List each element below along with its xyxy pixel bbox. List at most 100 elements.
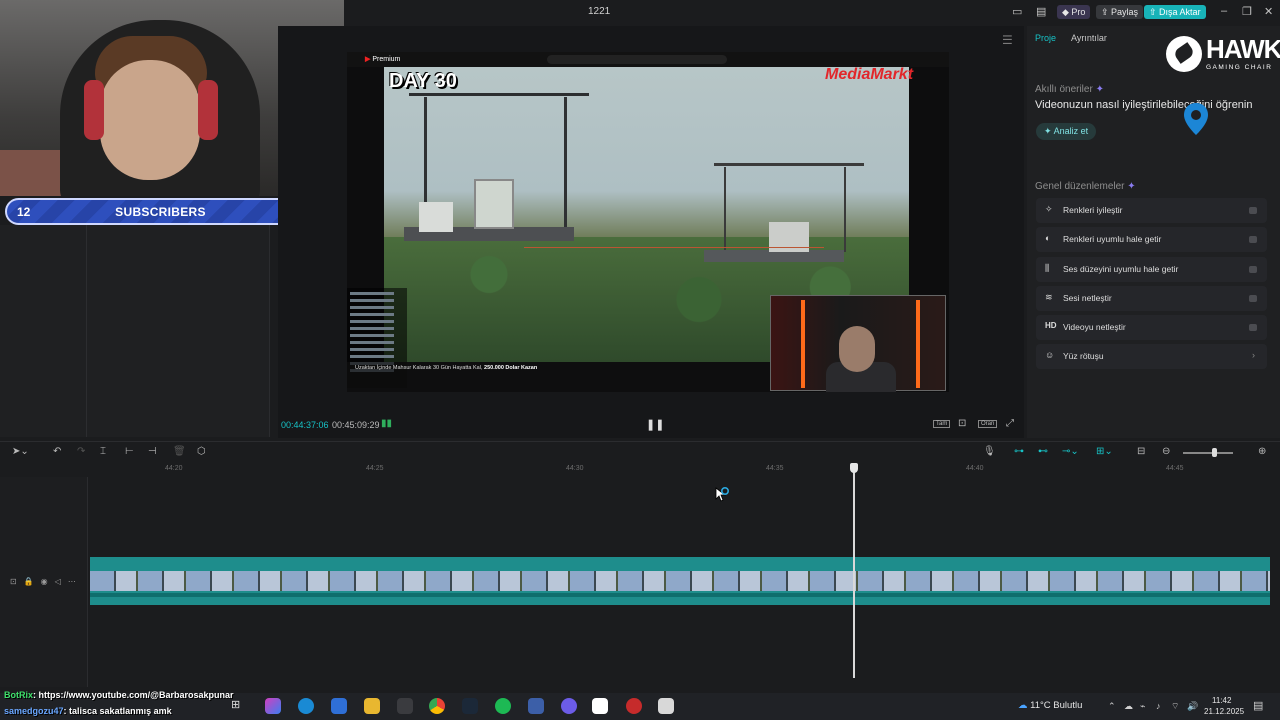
marker-icon[interactable]: ⬡	[197, 446, 206, 457]
clock-time[interactable]: 11:42	[1212, 696, 1231, 705]
notification-icon[interactable]: ▤	[1253, 699, 1263, 712]
ratio-button[interactable]: Oran	[978, 420, 998, 428]
tab-ayrintilar[interactable]: Ayrıntılar	[1071, 33, 1107, 43]
map-pin-icon	[1184, 103, 1208, 135]
onedrive-icon[interactable]: ☁	[1124, 701, 1133, 712]
delete-icon[interactable]: 🗑	[173, 446, 186, 457]
analyze-button[interactable]: ✦ Analiz et	[1036, 123, 1097, 140]
volume-icon[interactable]: 🔊	[1187, 701, 1198, 712]
close-icon[interactable]: ✕	[1264, 5, 1273, 18]
weather-widget[interactable]: ☁ 11°C Bulutlu	[1018, 700, 1082, 711]
redo-icon[interactable]: ↷	[77, 446, 85, 457]
zoom-slider-handle[interactable]	[1212, 448, 1217, 457]
option-toggle[interactable]	[1249, 295, 1257, 302]
pause-icon[interactable]: ❚❚	[646, 418, 664, 431]
caption-bold: 250.000 Dolar Kazan	[484, 365, 538, 371]
option-label: Videoyu netleştir	[1063, 322, 1126, 332]
steam-icon[interactable]	[462, 698, 478, 714]
restore-icon[interactable]: ❐	[1242, 5, 1252, 18]
ai-sparkle-icon: ✦	[1127, 181, 1136, 192]
export-button[interactable]: ⇧ Dışa Aktar	[1144, 5, 1206, 19]
spotify-icon[interactable]	[495, 698, 511, 714]
clock-date[interactable]: 21.12.2025	[1204, 707, 1244, 716]
trim-end-icon[interactable]: ⊣	[148, 446, 157, 457]
option-denoise-audio[interactable]: ≋ Sesi netleştir	[1036, 286, 1267, 311]
magnet-icon[interactable]: ⊞⌄	[1096, 446, 1113, 457]
obs-icon[interactable]	[626, 698, 642, 714]
track-controls: ⊡🔒◉◁⋯	[10, 577, 83, 586]
option-match-audio[interactable]: ⫼ Ses düzeyini uyumlu hale getir	[1036, 257, 1267, 282]
ruler-tick: 44:30	[566, 465, 584, 472]
outlook-icon[interactable]	[331, 698, 347, 714]
trim-start-icon[interactable]: ⊢	[125, 446, 134, 457]
microphone-icon[interactable]: 🎙	[983, 446, 996, 457]
snap-icon[interactable]: ⊶	[1014, 446, 1024, 457]
track-type-icon[interactable]: ⊡	[10, 577, 24, 586]
video-preview[interactable]: ▶ Premium DAY 30 MediaMarkt Uzaktan İçin…	[347, 52, 949, 392]
chrome-icon[interactable]	[429, 698, 445, 714]
youtube-search	[547, 55, 727, 64]
more-icon[interactable]: ⋯	[68, 577, 83, 586]
youtube-logo: ▶ Premium	[365, 56, 401, 63]
layout-icon[interactable]: ▭	[1012, 5, 1022, 18]
pro-label: Pro	[1071, 7, 1086, 17]
window-mode-icon[interactable]: ▤	[1036, 5, 1046, 18]
option-label: Yüz rötuşu	[1063, 351, 1104, 361]
playhead-handle[interactable]	[850, 463, 858, 473]
brand-sub: GAMING CHAIR	[1206, 64, 1273, 71]
link-icon[interactable]: ⊸⌄	[1062, 446, 1079, 457]
option-label: Sesi netleştir	[1063, 293, 1112, 303]
option-match-colors[interactable]: ◐ Renkleri uyumlu hale getir	[1036, 227, 1267, 252]
select-tool-icon[interactable]: ➤⌄	[12, 446, 29, 457]
xbox-icon[interactable]	[397, 698, 413, 714]
copilot-icon[interactable]	[265, 698, 281, 714]
lock-icon[interactable]: 🔒	[24, 577, 41, 586]
chat-text: : https://www.youtube.com/@Barbarosakpun…	[33, 690, 234, 700]
snapshot-icon[interactable]: ⊡	[958, 418, 966, 429]
zoom-out-icon[interactable]: ⊖	[1162, 446, 1170, 457]
minimize-icon[interactable]: –	[1221, 5, 1227, 17]
playhead[interactable]	[853, 463, 855, 678]
fullscreen-icon[interactable]: ⤢	[1006, 418, 1014, 429]
capcut-icon[interactable]	[592, 698, 608, 714]
shield-icon[interactable]	[658, 698, 674, 714]
option-toggle[interactable]	[1249, 207, 1257, 214]
task-view-icon[interactable]: ⊞	[231, 698, 247, 714]
smart-heading-text: Akıllı öneriler	[1035, 84, 1093, 95]
option-enhance-colors[interactable]: ✧ Renkleri iyileştir	[1036, 198, 1267, 223]
clip-thumbnails	[90, 571, 1270, 591]
title-bar: 1221 ▭ ▤ ◆ Pro ⇪ Paylaş ⇧ Dışa Aktar – ❐…	[344, 0, 1280, 24]
option-face-retouch[interactable]: ☺ Yüz rötuşu ›	[1036, 344, 1267, 369]
timeline-toolbar	[0, 441, 1280, 463]
option-toggle[interactable]	[1249, 266, 1257, 273]
clip-audio-strip	[90, 593, 1270, 597]
option-toggle[interactable]	[1249, 324, 1257, 331]
speaker-icon[interactable]: ◁	[55, 577, 68, 586]
option-sharpen-video[interactable]: HD Videoyu netleştir	[1036, 315, 1267, 340]
pro-button[interactable]: ◆ Pro	[1057, 5, 1091, 19]
network-icon[interactable]: ⌁	[1140, 701, 1145, 712]
general-edits-heading: Genel düzenlemeler ✦	[1035, 181, 1136, 192]
video-info-bar: Uzaktan İçinde Mahsur Kalarak 30 Gün Hay…	[347, 362, 772, 392]
option-toggle[interactable]	[1249, 236, 1257, 243]
zoom-slider[interactable]	[1183, 452, 1233, 454]
undo-icon[interactable]: ↶	[53, 446, 61, 457]
ratio-label: Oran	[981, 421, 995, 427]
video-clip[interactable]	[90, 557, 1270, 605]
ripple-icon[interactable]: ⊷	[1038, 446, 1048, 457]
menu-icon[interactable]: ☰	[1002, 33, 1013, 47]
discord-icon[interactable]	[561, 698, 577, 714]
split-icon[interactable]: ⌶	[100, 446, 106, 457]
wifi-icon[interactable]: ⌔	[1171, 701, 1179, 712]
zoom-in-icon[interactable]: ⊕	[1258, 446, 1266, 457]
chevron-up-icon[interactable]: ⌃	[1108, 701, 1116, 712]
eye-icon[interactable]: ◉	[41, 577, 55, 586]
edge-icon[interactable]	[298, 698, 314, 714]
mic-tray-icon[interactable]: ♪	[1156, 701, 1161, 711]
track-layout-icon[interactable]: ⊟	[1137, 446, 1145, 457]
share-button[interactable]: ⇪ Paylaş	[1096, 5, 1144, 19]
tab-proje[interactable]: Proje	[1035, 33, 1056, 43]
battle-net-icon[interactable]	[528, 698, 544, 714]
file-explorer-icon[interactable]	[364, 698, 380, 714]
quality-button[interactable]: Tam	[933, 420, 951, 428]
